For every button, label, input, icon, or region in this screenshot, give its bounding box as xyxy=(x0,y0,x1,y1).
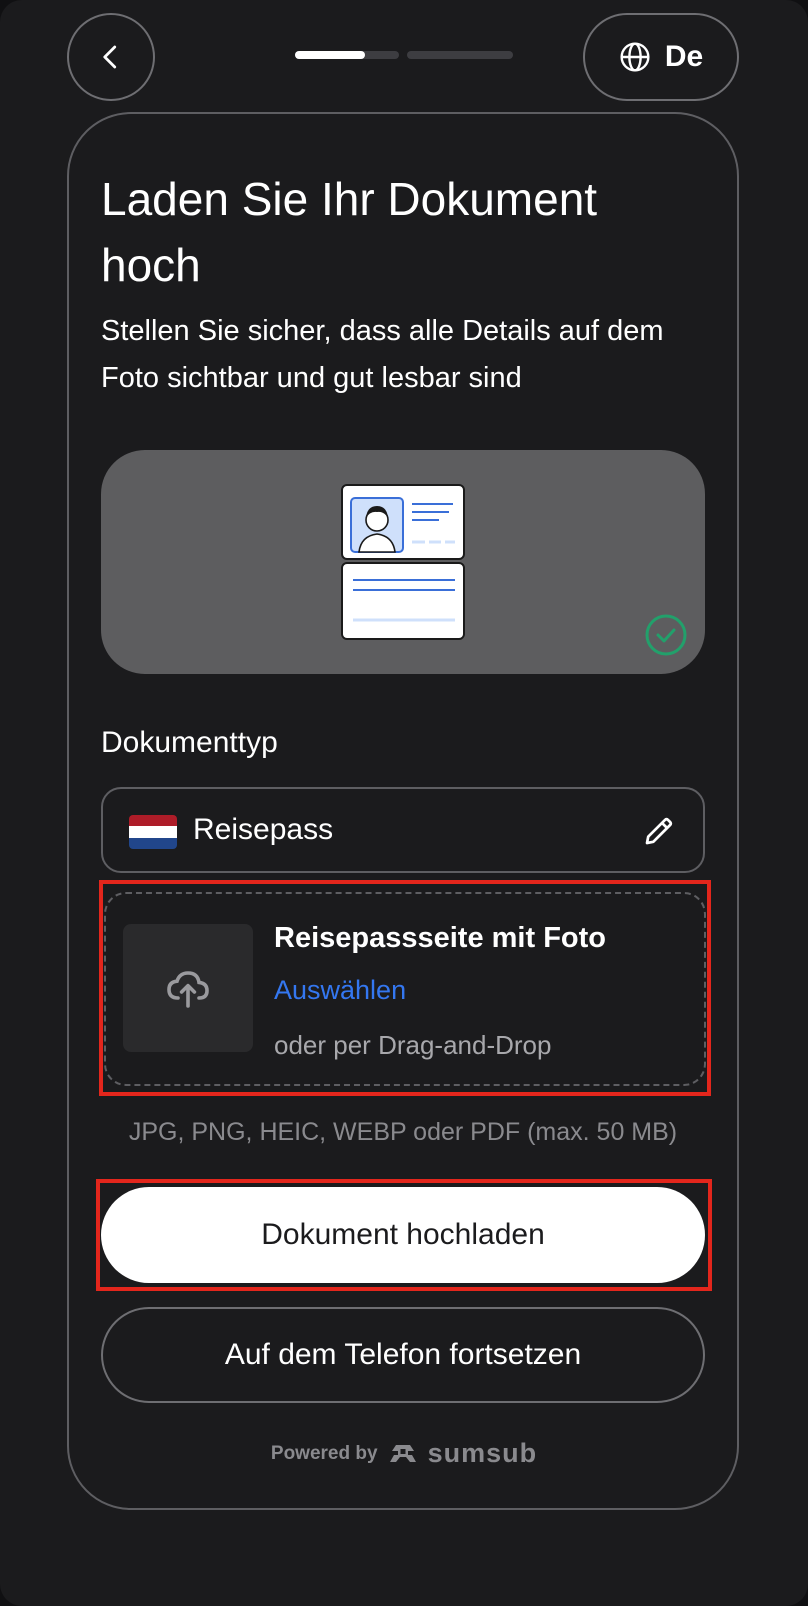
document-type-value: Reisepass xyxy=(193,813,334,846)
page-title: Laden Sie Ihr Dokument hoch xyxy=(101,173,598,291)
netherlands-flag-icon xyxy=(129,815,177,849)
powered-by-footer: Powered by sumsub xyxy=(0,1438,808,1469)
step-progress xyxy=(295,51,513,59)
upload-document-button[interactable]: Dokument hochladen xyxy=(101,1187,705,1283)
cloud-upload-icon xyxy=(167,971,209,1008)
id-card-back-illustration xyxy=(341,562,465,640)
sumsub-brand: sumsub xyxy=(427,1438,538,1468)
powered-by-label: Powered by xyxy=(270,1442,378,1464)
sumsub-logo-icon xyxy=(389,1444,416,1462)
page-subtitle: Stellen Sie sicher, dass alle Details au… xyxy=(101,315,664,394)
check-circle-icon xyxy=(645,614,687,656)
globe-icon xyxy=(620,42,650,72)
upload-title: Reisepassseite mit Foto xyxy=(274,922,606,954)
upload-dropzone[interactable]: Reisepassseite mit Foto Auswählen oder p… xyxy=(104,892,706,1086)
app-window: De Laden Sie Ihr Dokument hoch Stellen S… xyxy=(0,0,808,1606)
document-type-label: Dokumenttyp xyxy=(101,726,278,759)
person-photo-icon xyxy=(350,497,455,553)
back-button[interactable] xyxy=(67,13,155,101)
select-file-link[interactable]: Auswählen xyxy=(274,975,406,1006)
continue-on-phone-button[interactable]: Auf dem Telefon fortsetzen xyxy=(101,1307,705,1403)
document-type-select[interactable]: Reisepass xyxy=(101,787,705,873)
progress-step-1-fill xyxy=(295,51,365,59)
upload-thumbnail xyxy=(123,924,253,1052)
flag-stripe-top xyxy=(129,815,177,827)
language-button[interactable]: De xyxy=(583,13,739,101)
pencil-icon[interactable] xyxy=(641,813,677,849)
document-preview xyxy=(101,450,705,674)
progress-step-1 xyxy=(295,51,399,59)
language-label: De xyxy=(664,40,704,73)
flag-stripe-bottom xyxy=(129,837,177,849)
drag-drop-hint: oder per Drag-and-Drop xyxy=(274,1030,552,1060)
accepted-formats-text: JPG, PNG, HEIC, WEBP oder PDF (max. 50 M… xyxy=(128,1118,678,1146)
flag-stripe-middle xyxy=(129,826,177,838)
id-card-front-illustration xyxy=(341,484,465,560)
chevron-left-icon xyxy=(103,45,117,69)
progress-step-2 xyxy=(407,51,513,59)
